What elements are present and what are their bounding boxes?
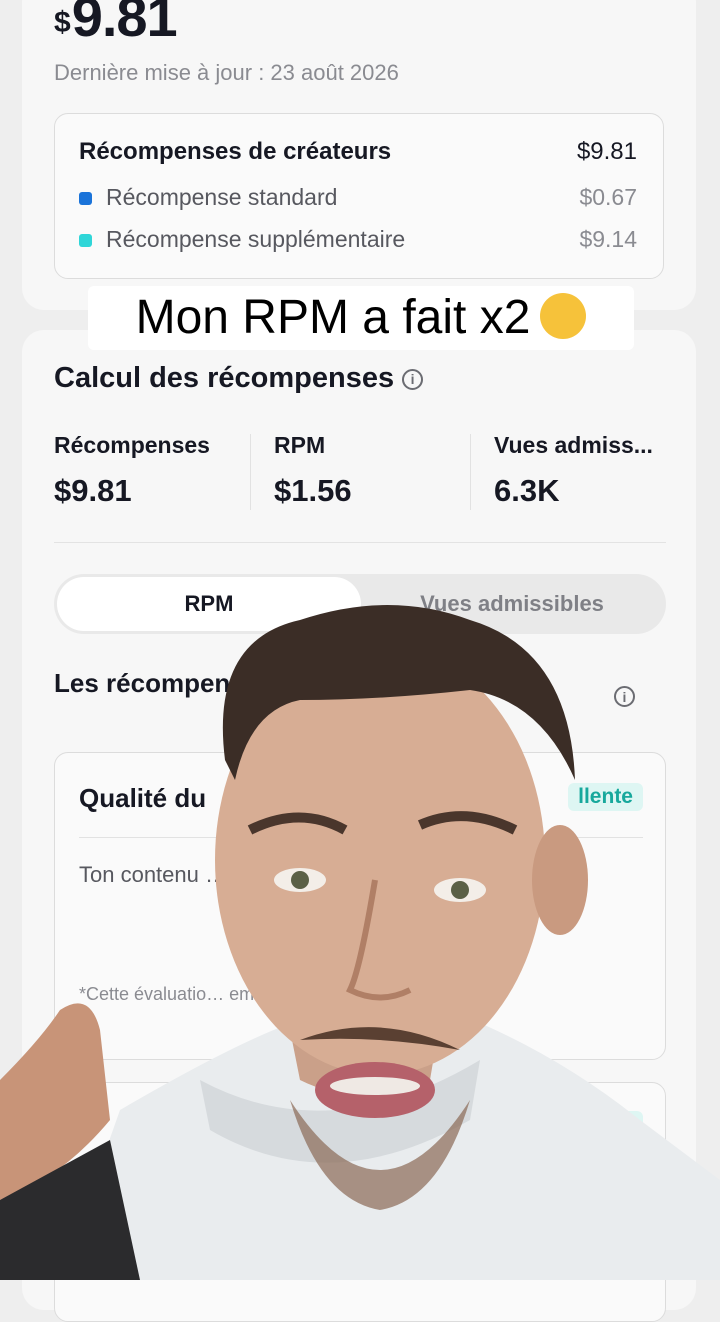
metric-rpm: RPM $1.56 — [274, 432, 352, 509]
breakdown-value: $9.14 — [579, 226, 637, 252]
metric-rewards: Récompenses $9.81 — [54, 432, 210, 509]
metric-value: $9.81 — [54, 473, 132, 508]
total-earnings: $9.81 — [54, 0, 178, 48]
extra-color-swatch — [79, 234, 92, 248]
second-badge: te — [604, 1111, 643, 1139]
metric-label: Vues admiss... — [494, 432, 653, 458]
calculation-title: Calcul des récompenses i — [54, 362, 424, 395]
breakdown-label: Récompense supplémentaire — [106, 226, 406, 252]
standard-color-swatch — [79, 192, 92, 206]
breakdown-row-standard: Récompense standard $0.67 — [79, 184, 637, 211]
quality-text: Ton contenu … Continue de … us de récomp… — [79, 862, 589, 887]
metric-label: Récompenses — [54, 432, 210, 458]
breakdown-title: Récompenses de créateurs — [79, 138, 392, 165]
rpm-description: Les récompen… ont augmenté to… — [54, 668, 492, 698]
divider — [79, 837, 643, 838]
breakdown-total: $9.81 — [576, 138, 637, 165]
breakdown-value: $0.67 — [579, 184, 637, 210]
breakdown-row-extra: Récompense supplémentaire $9.14 — [79, 226, 637, 253]
breakdown-label: Récompense standard — [106, 184, 338, 210]
second-card: te — [54, 1082, 666, 1322]
quality-title: Qualité du — [79, 783, 207, 813]
rewards-breakdown: Récompenses de créateurs $9.81 Récompens… — [54, 113, 664, 279]
screaming-face-emoji — [540, 293, 587, 340]
video-caption: Mon RPM a fait x2 — [88, 286, 634, 350]
quality-badge: llente — [568, 783, 643, 811]
divider — [250, 434, 251, 510]
breakdown-header: Récompenses de créateurs $9.81 — [79, 138, 637, 166]
metric-value: $1.56 — [274, 473, 352, 508]
last-updated-text: Dernière mise à jour : 23 août 2026 — [54, 60, 399, 85]
tab-rpm[interactable]: RPM — [57, 577, 361, 631]
divider — [54, 542, 666, 543]
quality-card: Qualité du llente Ton contenu … Continue… — [54, 752, 666, 1060]
info-icon[interactable]: i — [614, 686, 635, 707]
info-icon[interactable]: i — [402, 368, 424, 390]
metric-value: 6.3K — [494, 473, 560, 508]
metric-views: Vues admiss... 6.3K — [494, 432, 653, 509]
tab-eligible-views[interactable]: Vues admissibles — [361, 577, 663, 631]
metric-label: RPM — [274, 432, 326, 458]
divider — [470, 434, 471, 510]
metric-tabs: RPM Vues admissibles — [54, 574, 666, 634]
quality-note: *Cette évaluatio… ement. La précision pe… — [79, 984, 459, 1004]
